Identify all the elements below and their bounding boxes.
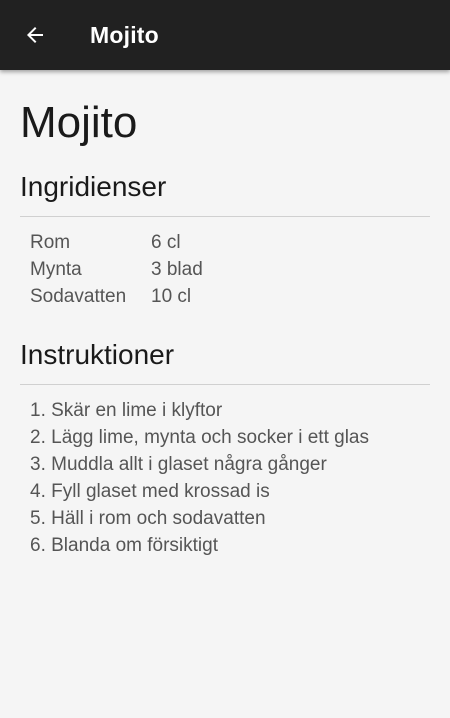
recipe-title: Mojito	[20, 98, 138, 147]
instruction-step: 2. Lägg lime, mynta och socker i ett gla…	[30, 427, 369, 448]
ingredient-amount: 3 blad	[151, 259, 203, 280]
instructions-heading: Instruktioner	[20, 339, 175, 370]
recipe-content: Mojito Ingridienser Rom 6 cl Mynta 3 bla…	[20, 70, 430, 559]
app-bar: Mojito	[0, 0, 450, 70]
ingredient-amount: 6 cl	[151, 232, 181, 253]
ingredients-table: Rom 6 cl Mynta 3 blad Sodavatten 10 cl	[30, 229, 203, 310]
instruction-step: 5. Häll i rom och sodavatten	[30, 508, 266, 529]
back-button[interactable]	[0, 0, 70, 70]
app-bar-title: Mojito	[90, 21, 159, 48]
ingredient-name: Sodavatten	[30, 286, 127, 307]
instruction-step: 3. Muddla allt i glaset några gånger	[30, 454, 327, 475]
instruction-step: 4. Fyll glaset med krossad is	[30, 481, 270, 502]
arrow-left-icon	[23, 23, 47, 47]
ingredient-row: Mynta 3 blad	[30, 256, 203, 283]
ingredient-amount: 10 cl	[151, 286, 192, 307]
instructions-list: 1. Skär en lime i klyftor 2. Lägg lime, …	[30, 397, 430, 559]
ingredient-row: Sodavatten 10 cl	[30, 283, 203, 310]
ingredient-row: Rom 6 cl	[30, 229, 203, 256]
ingredient-name: Mynta	[30, 259, 82, 280]
ingredient-name: Rom	[30, 232, 71, 253]
instruction-step: 6. Blanda om försiktigt	[30, 535, 218, 556]
instruction-step: 1. Skär en lime i klyftor	[30, 400, 223, 421]
instructions-divider	[20, 384, 430, 385]
ingredients-heading: Ingridienser	[20, 171, 167, 202]
ingredients-divider	[20, 216, 430, 217]
